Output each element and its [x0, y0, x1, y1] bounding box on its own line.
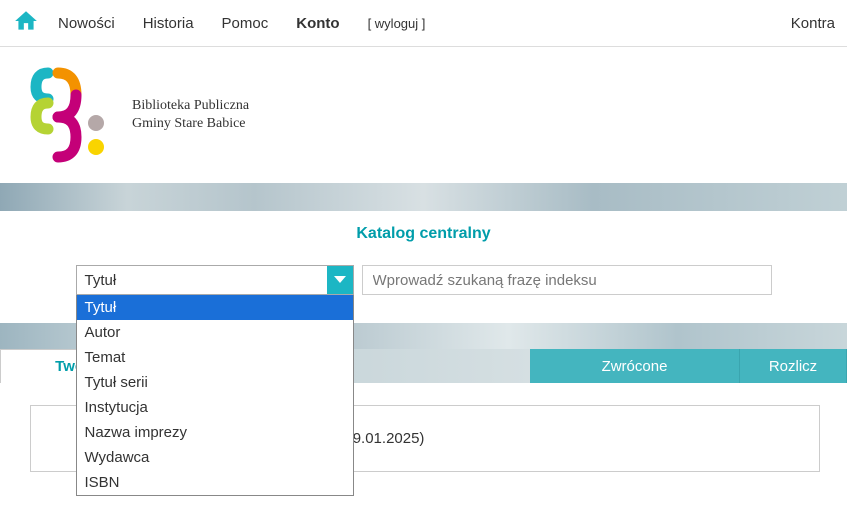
nav-pomoc[interactable]: Pomoc	[222, 15, 269, 32]
logo-text: Biblioteka Publiczna Gminy Stare Babice	[132, 97, 249, 133]
dropdown-option-isbn[interactable]: ISBN	[77, 470, 353, 495]
logo-line2: Gminy Stare Babice	[132, 115, 249, 133]
dropdown-option-temat[interactable]: Temat	[77, 345, 353, 370]
logo-line1: Biblioteka Publiczna	[132, 97, 249, 115]
dropdown-option-wydawca[interactable]: Wydawca	[77, 445, 353, 470]
catalog-title: Katalog centralny	[356, 225, 490, 242]
dropdown-option-autor[interactable]: Autor	[77, 320, 353, 345]
decorative-band	[0, 183, 847, 211]
nav-historia[interactable]: Historia	[143, 15, 194, 32]
logo-area: Biblioteka Publiczna Gminy Stare Babice	[0, 47, 847, 183]
tab-zwrocone[interactable]: Zwrócone	[530, 349, 740, 383]
logout-link[interactable]: [ wyloguj ]	[368, 16, 426, 31]
home-icon[interactable]	[12, 8, 40, 38]
search-index-selected: Tytuł	[85, 272, 117, 289]
search-index-dropdown: Tytuł Autor Temat Tytuł serii Instytucja…	[76, 295, 354, 496]
nav-nowosci[interactable]: Nowości	[58, 15, 115, 32]
dropdown-option-instytucja[interactable]: Instytucja	[77, 395, 353, 420]
validity-date-text: e do 09.01.2025)	[311, 430, 799, 447]
dropdown-option-nazwa-imprezy[interactable]: Nazwa imprezy	[77, 420, 353, 445]
library-logo-icon	[18, 65, 128, 165]
dropdown-arrow-icon[interactable]	[327, 266, 353, 294]
kontrast-link[interactable]: Kontra	[791, 15, 835, 32]
dropdown-option-tytul-serii[interactable]: Tytuł serii	[77, 370, 353, 395]
dropdown-option-tytul[interactable]: Tytuł	[77, 295, 353, 320]
tab-rozliczenia[interactable]: Rozlicz	[740, 349, 847, 383]
nav-konto[interactable]: Konto	[296, 15, 339, 32]
search-index-select[interactable]: Tytuł	[76, 265, 354, 295]
search-input[interactable]	[362, 265, 772, 295]
